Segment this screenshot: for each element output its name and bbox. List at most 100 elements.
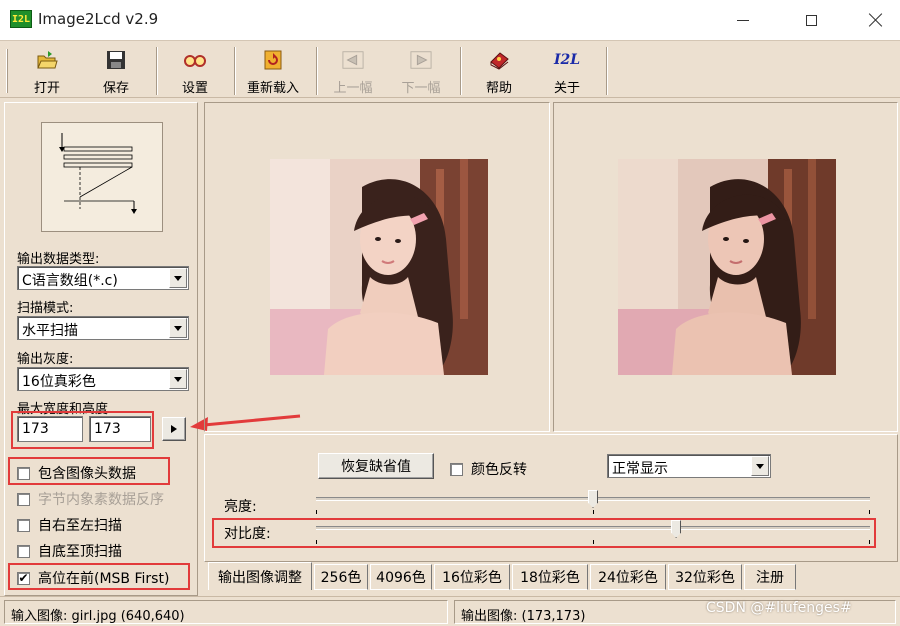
settings-button[interactable]: 设置 (172, 45, 218, 97)
maximize-button[interactable] (788, 6, 834, 34)
window-title: Image2Lcd v2.9 (38, 10, 159, 28)
reload-button[interactable]: 重新载入 (240, 45, 306, 97)
about-button[interactable]: I2L 关于 (544, 45, 590, 97)
invert-color-option[interactable]: 颜色反转 (450, 459, 527, 479)
about-label: 关于 (553, 81, 580, 96)
option-label: 包含图像头数据 (38, 466, 136, 482)
next-image-label: 下一幅 (401, 81, 441, 96)
play-arrow-icon (171, 425, 177, 433)
title-bar: I2L Image2Lcd v2.9 (0, 0, 900, 40)
contrast-label: 对比度: (224, 526, 271, 542)
option-right-to-left[interactable]: 自右至左扫描 (17, 515, 122, 535)
app-icon: I2L (10, 10, 32, 28)
tab-32bit[interactable]: 32位彩色 (668, 564, 742, 590)
open-button[interactable]: 打开 (24, 45, 70, 97)
apply-size-button[interactable] (162, 417, 186, 441)
toolbar-grip (6, 49, 8, 93)
next-image-button[interactable]: 下一幅 (396, 45, 446, 97)
glasses-icon (184, 49, 206, 71)
slider-tick (592, 540, 594, 544)
option-reverse-byte-pixels[interactable]: 字节内象素数据反序 (17, 489, 164, 509)
output-image-preview (618, 159, 836, 375)
toolbar-separator (316, 47, 318, 95)
app-logo-icon: I2L (554, 49, 580, 71)
display-mode-select[interactable]: 正常显示 (607, 454, 771, 478)
chevron-down-icon[interactable] (169, 318, 187, 338)
close-icon (869, 13, 883, 27)
help-button[interactable]: 帮助 (476, 45, 522, 97)
option-bottom-to-top[interactable]: 自底至顶扫描 (17, 541, 122, 561)
input-image-status: 输入图像: girl.jpg (640,640) (4, 600, 448, 624)
checkbox-checked[interactable]: ✔ (17, 571, 30, 585)
slider-tick (869, 510, 870, 514)
gray-level-value: 16位真彩色 (22, 374, 96, 390)
tab-register[interactable]: 注册 (744, 564, 796, 590)
tab-4096-colors[interactable]: 4096色 (370, 564, 432, 590)
checkbox[interactable] (17, 544, 30, 558)
reload-label: 重新载入 (246, 81, 299, 96)
display-mode-value: 正常显示 (612, 461, 668, 477)
checkbox[interactable] (450, 462, 463, 476)
tab-output-adjust[interactable]: 输出图像调整 (208, 562, 312, 590)
checkbox[interactable] (17, 466, 30, 480)
invert-color-label: 颜色反转 (471, 462, 527, 478)
tab-18bit[interactable]: 18位彩色 (512, 564, 588, 590)
gray-level-label: 输出灰度: (17, 352, 74, 367)
reload-icon (262, 49, 284, 71)
tab-24bit[interactable]: 24位彩色 (590, 564, 666, 590)
output-type-value: C语言数组(*.c) (22, 273, 118, 289)
chevron-down-icon[interactable] (169, 268, 187, 288)
scan-mode-select[interactable]: 水平扫描 (17, 316, 189, 340)
checkbox[interactable] (17, 492, 30, 506)
scan-mode-value: 水平扫描 (22, 323, 78, 339)
tab-256-colors[interactable]: 256色 (314, 564, 368, 590)
maximize-icon (805, 14, 817, 26)
slider-tick (316, 540, 317, 544)
restore-defaults-button[interactable]: 恢复缺省值 (318, 453, 434, 479)
slider-tick (869, 540, 870, 544)
brightness-ticks (316, 510, 870, 514)
toolbar-separator (156, 47, 158, 95)
tab-16bit[interactable]: 16位彩色 (434, 564, 510, 590)
slider-tick (592, 510, 594, 514)
contrast-ticks (316, 540, 870, 544)
arrow-left-icon (342, 49, 364, 71)
close-button[interactable] (853, 6, 899, 34)
option-label: 自右至左扫描 (38, 518, 122, 534)
input-image-preview (270, 159, 488, 375)
scan-mode-diagram (41, 122, 163, 232)
chevron-down-icon[interactable] (751, 456, 769, 476)
help-book-icon (488, 49, 510, 71)
open-folder-icon (36, 49, 58, 71)
output-type-select[interactable]: C语言数组(*.c) (17, 266, 189, 290)
arrow-right-icon (410, 49, 432, 71)
scan-mode-label: 扫描模式: (17, 301, 74, 316)
help-label: 帮助 (485, 81, 512, 96)
save-label: 保存 (102, 81, 129, 96)
option-label: 高位在前(MSB First) (38, 571, 170, 587)
option-include-header[interactable]: 包含图像头数据 (17, 463, 136, 483)
save-button[interactable]: 保存 (93, 45, 139, 97)
prev-image-label: 上一幅 (333, 81, 373, 96)
contrast-slider-track[interactable] (316, 526, 870, 530)
option-label: 字节内象素数据反序 (38, 492, 164, 508)
prev-image-button[interactable]: 上一幅 (328, 45, 378, 97)
chevron-down-icon[interactable] (169, 369, 187, 389)
output-type-label: 输出数据类型: (17, 252, 100, 267)
minimize-icon (737, 19, 749, 21)
slider-tick (316, 510, 317, 514)
minimize-button[interactable] (720, 6, 766, 34)
toolbar-separator (234, 47, 236, 95)
max-width-input[interactable]: 173 (17, 416, 83, 442)
output-image-pane (553, 102, 898, 432)
toolbar-separator (460, 47, 462, 95)
settings-label: 设置 (181, 81, 208, 96)
toolbar-separator (606, 47, 608, 95)
input-image-pane (204, 102, 550, 432)
checkbox[interactable] (17, 518, 30, 532)
gray-level-select[interactable]: 16位真彩色 (17, 367, 189, 391)
open-label: 打开 (33, 81, 60, 96)
option-msb-first[interactable]: ✔ 高位在前(MSB First) (17, 568, 169, 588)
floppy-disk-icon (105, 49, 127, 71)
max-height-input[interactable]: 173 (89, 416, 151, 442)
